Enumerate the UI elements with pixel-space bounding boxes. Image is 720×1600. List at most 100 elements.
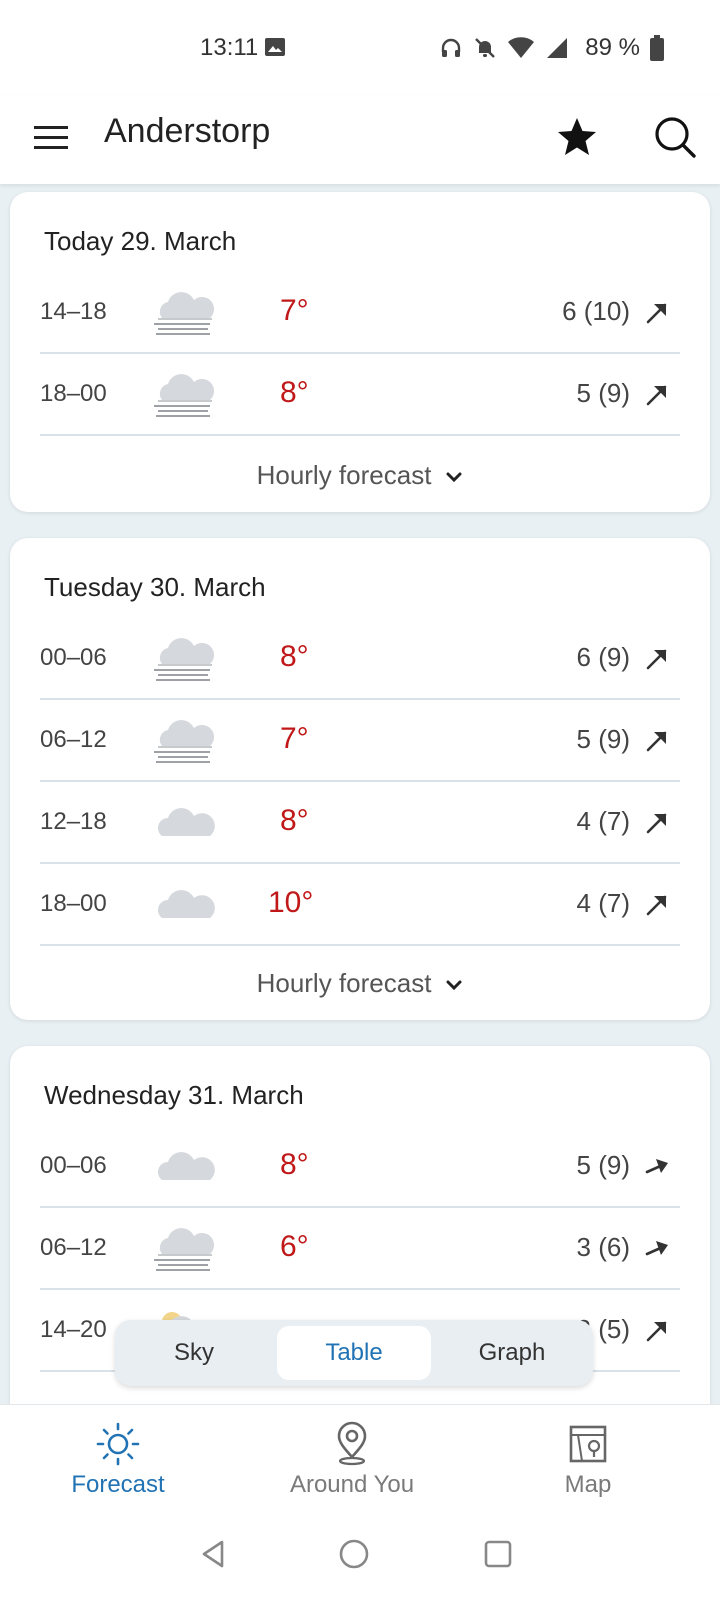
home-icon[interactable] — [334, 1534, 374, 1574]
temperature: 7° — [280, 722, 309, 755]
battery-icon — [650, 35, 664, 61]
period-time: 00–06 — [40, 1152, 107, 1179]
temperature: 7° — [280, 294, 309, 327]
view-toggle-table[interactable]: Table — [277, 1326, 431, 1380]
period-time: 00–06 — [40, 644, 107, 671]
status-bar: 13:11 89 % — [0, 0, 720, 96]
forecast-row[interactable]: 06–12 6° 3 (6) — [40, 1210, 680, 1290]
search-icon[interactable] — [650, 112, 700, 162]
wind-speed: 5 (9) — [576, 1150, 630, 1180]
map-icon — [569, 1425, 607, 1463]
wind-direction-icon — [646, 649, 667, 670]
wind-speed: 5 (9) — [576, 378, 630, 408]
wind-speed: 4 (7) — [576, 806, 630, 836]
row-divider — [40, 780, 680, 782]
temperature: 10° — [268, 886, 314, 919]
wind-direction-icon — [646, 895, 667, 916]
cloud-icon — [158, 1152, 215, 1180]
forecast-row[interactable]: 18–00 10° 4 (7) — [40, 866, 680, 946]
view-toggle-sky[interactable]: Sky — [119, 1326, 269, 1380]
wind-direction-icon — [645, 1159, 668, 1174]
hourly-forecast-toggle[interactable]: Hourly forecast — [10, 460, 710, 491]
temperature: 8° — [280, 640, 309, 673]
period-time: 18–00 — [40, 890, 107, 917]
cloud-fog-icon — [154, 720, 215, 763]
temperature: 8° — [280, 376, 309, 409]
period-time: 14–20 — [40, 1316, 107, 1343]
wind-direction-icon — [645, 1241, 668, 1256]
cloud-fog-icon — [154, 1228, 215, 1271]
row-divider — [40, 1288, 680, 1290]
period-time: 18–00 — [40, 380, 107, 407]
day-date: Today 29. March — [44, 226, 237, 256]
forecast-row[interactable]: 00–06 8° 5 (9) — [40, 1128, 680, 1208]
battery-percent: 89 % — [585, 34, 640, 61]
wind-speed: 4 (7) — [576, 888, 630, 918]
period-time: 12–18 — [40, 808, 107, 835]
cellular-signal-icon — [547, 38, 568, 58]
row-divider — [40, 352, 680, 354]
row-divider — [40, 434, 680, 436]
cloud-icon — [158, 890, 215, 918]
sun-icon — [96, 1422, 140, 1466]
temperature: 8° — [280, 1148, 309, 1181]
view-toggle: Sky Table Graph — [115, 1320, 593, 1386]
recents-icon[interactable] — [478, 1534, 518, 1574]
wind-speed: 3 (6) — [576, 1232, 630, 1262]
app-bar: Anderstorp — [0, 96, 720, 184]
row-divider — [40, 698, 680, 700]
wind-direction-icon — [646, 813, 667, 834]
star-icon[interactable] — [552, 112, 602, 162]
hourly-forecast-label: Hourly forecast — [256, 460, 432, 490]
row-divider — [40, 862, 680, 864]
wind-direction-icon — [646, 303, 667, 324]
day-card-wednesday: Wednesday 31. March 00–06 8° 5 (9) 06–12… — [10, 1046, 710, 1446]
day-date: Wednesday 31. March — [44, 1080, 304, 1110]
cloud-fog-icon — [154, 374, 215, 417]
wind-speed: 6 (10) — [562, 296, 630, 326]
cloud-icon — [158, 808, 215, 836]
temperature: 6° — [280, 1230, 309, 1263]
nav-forecast-label: Forecast — [71, 1471, 165, 1498]
forecast-row[interactable]: 12–18 8° 4 (7) — [40, 784, 680, 864]
forecast-row[interactable]: 18–00 8° 5 (9) — [40, 356, 680, 436]
day-date: Tuesday 30. March — [44, 572, 266, 602]
status-time: 13:11 — [200, 34, 259, 61]
period-time: 06–12 — [40, 1234, 107, 1261]
menu-icon[interactable] — [30, 116, 74, 160]
back-icon[interactable] — [194, 1534, 234, 1574]
wind-direction-icon — [646, 731, 667, 752]
nav-map-label: Map — [564, 1471, 612, 1498]
period-time: 06–12 — [40, 726, 107, 753]
status-icons: 89 % — [439, 32, 664, 64]
row-divider — [40, 944, 680, 946]
chevron-down-icon — [446, 980, 462, 991]
forecast-row[interactable]: 00–06 8° 6 (9) — [40, 620, 680, 700]
period-time: 14–18 — [40, 298, 107, 325]
wind-speed: 5 (9) — [576, 724, 630, 754]
image-notification-icon — [265, 38, 285, 56]
nav-map[interactable]: Map — [508, 1415, 668, 1511]
location-title: Anderstorp — [104, 112, 271, 150]
wind-direction-icon — [646, 1321, 667, 1342]
wind-speed: 6 (9) — [576, 642, 630, 672]
hourly-forecast-label: Hourly forecast — [256, 968, 432, 998]
day-card-tuesday: Tuesday 30. March 00–06 8° 6 (9) 06–12 7… — [10, 538, 710, 1020]
forecast-row[interactable]: 06–12 7° 5 (9) — [40, 702, 680, 782]
row-divider — [40, 1206, 680, 1208]
bell-muted-icon — [475, 38, 496, 58]
system-navigation-bar — [0, 1514, 720, 1600]
wind-direction-icon — [646, 385, 667, 406]
hourly-forecast-toggle[interactable]: Hourly forecast — [10, 968, 710, 999]
headphones-icon — [442, 38, 461, 57]
nav-around-you-label: Around You — [289, 1471, 415, 1498]
day-card-today: Today 29. March 14–18 7° 6 (10) 18–00 8°… — [10, 192, 710, 512]
view-toggle-graph[interactable]: Graph — [437, 1326, 587, 1380]
nav-forecast[interactable]: Forecast — [38, 1415, 198, 1511]
cloud-fog-icon — [154, 638, 215, 681]
bottom-navigation: Forecast Around You Map — [0, 1404, 720, 1515]
chevron-down-icon — [446, 472, 462, 483]
location-pin-icon — [337, 1421, 367, 1466]
nav-around-you[interactable]: Around You — [272, 1415, 432, 1511]
forecast-row[interactable]: 14–18 7° 6 (10) — [40, 274, 680, 354]
